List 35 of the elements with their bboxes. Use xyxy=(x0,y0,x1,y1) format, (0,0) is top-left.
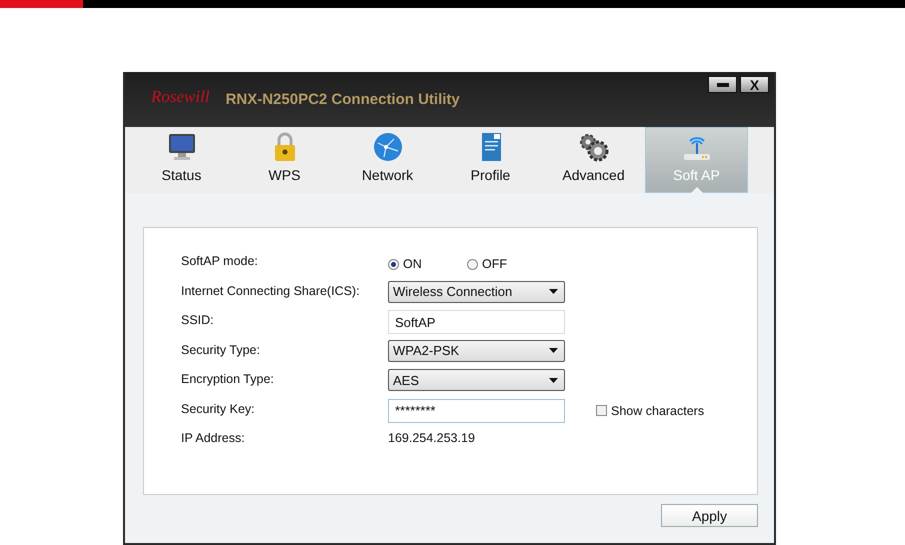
checkbox[interactable] xyxy=(596,405,607,416)
radio-option[interactable]: OFF xyxy=(467,257,546,271)
field-label: Internet Connecting Share(ICS): xyxy=(181,284,361,298)
password-field[interactable]: ******** xyxy=(388,398,565,422)
caret-icon xyxy=(549,289,558,294)
dropdown[interactable]: Wireless Connection xyxy=(388,280,565,302)
tab[interactable]: Network xyxy=(336,127,439,193)
radio-button[interactable] xyxy=(467,258,478,270)
text-field[interactable]: SoftAP xyxy=(388,310,565,334)
tab[interactable]: Profile xyxy=(439,127,542,193)
field-label: Encryption Type: xyxy=(181,372,275,386)
minimize-icon xyxy=(716,82,728,86)
tab[interactable]: WPS xyxy=(233,127,336,193)
tab[interactable]: Status xyxy=(130,127,233,193)
radio-button[interactable] xyxy=(388,258,399,270)
field-label: Security Key: xyxy=(181,402,256,416)
tab[interactable]: Advanced xyxy=(542,127,645,193)
field-label: Security Type: xyxy=(181,342,261,356)
field-value: 169.254.253.19 xyxy=(388,431,475,445)
dropdown[interactable]: AES xyxy=(388,369,565,391)
caret-icon xyxy=(549,348,558,353)
radio-option[interactable]: ON xyxy=(388,257,467,271)
globe-icon xyxy=(372,131,404,163)
close-button[interactable]: X xyxy=(740,76,769,93)
field-label: SSID: xyxy=(181,313,215,327)
field-label: IP Address: xyxy=(181,431,246,445)
minimize-button[interactable] xyxy=(708,76,737,93)
checkbox-option[interactable]: Show characters xyxy=(596,404,704,418)
field-label: SoftAP mode: xyxy=(181,254,259,268)
logo: Rosewill xyxy=(151,86,210,106)
dropdown[interactable]: WPA2-PSK xyxy=(388,340,565,362)
apply-button[interactable]: Apply xyxy=(661,504,758,527)
gears-icon xyxy=(578,131,610,163)
window-title: RNX-N250PC2 Connection Utility xyxy=(226,91,460,108)
caret-icon xyxy=(549,378,558,382)
